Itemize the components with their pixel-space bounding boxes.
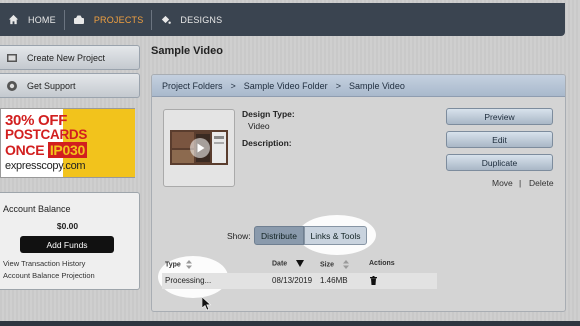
date-header-label: Date: [272, 260, 288, 268]
row-date: 08/13/2019: [272, 276, 313, 285]
add-funds-button[interactable]: Add Funds: [20, 236, 114, 253]
sort-icon: [342, 260, 349, 269]
date-column-header[interactable]: Date: [272, 260, 305, 268]
breadcrumb-separator: >: [230, 80, 236, 91]
transaction-history-link[interactable]: View Transaction History: [3, 259, 85, 268]
nav-projects[interactable]: PROJECTS: [65, 3, 152, 36]
promo-line3: ONCE: [5, 142, 45, 158]
create-project-label: Create New Project: [27, 52, 106, 63]
sort-icon: [185, 260, 192, 269]
promo-code: IP030: [47, 142, 87, 158]
account-balance-panel: Account Balance $0.00 Add Funds View Tra…: [0, 192, 140, 290]
get-support-button[interactable]: Get Support: [0, 73, 140, 98]
delete-link[interactable]: Delete: [529, 178, 554, 188]
row-size: 1.46MB: [320, 276, 348, 285]
size-header-label: Size: [320, 261, 335, 269]
description-label: Description:: [242, 138, 292, 148]
account-balance-value: $0.00: [56, 221, 79, 231]
row-type: Processing...: [165, 276, 212, 285]
promo-brand: expresscopy.com: [5, 160, 86, 172]
sort-desc-icon: [296, 260, 305, 267]
create-project-icon: [5, 51, 19, 65]
balance-projection-link[interactable]: Account Balance Projection: [3, 271, 95, 280]
edit-button[interactable]: Edit: [446, 131, 553, 148]
nav-designs-label: DESIGNS: [180, 14, 223, 25]
type-header-label: Type: [165, 261, 181, 269]
links-tools-tab[interactable]: Links & Tools: [304, 226, 367, 245]
project-panel: Project Folders > Sample Video Folder > …: [151, 74, 566, 312]
move-link[interactable]: Move: [492, 178, 513, 188]
home-icon: [8, 14, 19, 25]
nav-designs[interactable]: DESIGNS: [152, 3, 230, 36]
link-separator: |: [519, 178, 522, 188]
video-thumbnail[interactable]: [163, 109, 235, 187]
design-type-value: Video: [248, 121, 270, 131]
play-icon[interactable]: [189, 137, 211, 159]
table-row: Processing... 08/13/2019 1.46MB: [162, 273, 437, 289]
breadcrumb-sample-video: Sample Video: [348, 80, 405, 91]
preview-button[interactable]: Preview: [446, 108, 553, 125]
create-project-button[interactable]: Create New Project: [0, 45, 140, 70]
size-column-header[interactable]: Size: [320, 260, 349, 269]
breadcrumb-separator: >: [335, 80, 341, 91]
distribute-tab[interactable]: Distribute: [254, 226, 304, 245]
type-column-header[interactable]: Type: [165, 260, 192, 269]
projects-icon: [73, 15, 84, 24]
promo-line1: 30% OFF: [5, 112, 68, 129]
promo-line2: POSTCARDS: [5, 127, 88, 142]
breadcrumb: Project Folders > Sample Video Folder > …: [152, 75, 565, 97]
paint-bucket-icon: [162, 15, 172, 24]
breadcrumb-project-folders[interactable]: Project Folders: [162, 81, 223, 91]
trash-icon[interactable]: [370, 276, 377, 285]
nav-home-label: HOME: [28, 14, 56, 25]
duplicate-button[interactable]: Duplicate: [446, 154, 553, 171]
show-label: Show:: [227, 231, 251, 241]
breadcrumb-sample-video-folder[interactable]: Sample Video Folder: [244, 81, 328, 91]
top-nav: HOME PROJECTS DESIGNS: [0, 3, 565, 36]
page-title: Sample Video: [151, 45, 223, 57]
promo-banner[interactable]: 30% OFF POSTCARDS ONCE IP030 expresscopy…: [0, 108, 135, 178]
actions-column-header: Actions: [369, 260, 395, 267]
nav-home[interactable]: HOME: [0, 3, 64, 36]
mouse-cursor-icon: [202, 297, 212, 311]
footer-bar: [0, 321, 580, 326]
design-type-label: Design Type:: [242, 109, 295, 119]
account-balance-title: Account Balance: [3, 204, 71, 214]
get-support-label: Get Support: [27, 80, 76, 91]
nav-projects-label: PROJECTS: [93, 14, 144, 25]
lifebuoy-icon: [5, 79, 19, 93]
